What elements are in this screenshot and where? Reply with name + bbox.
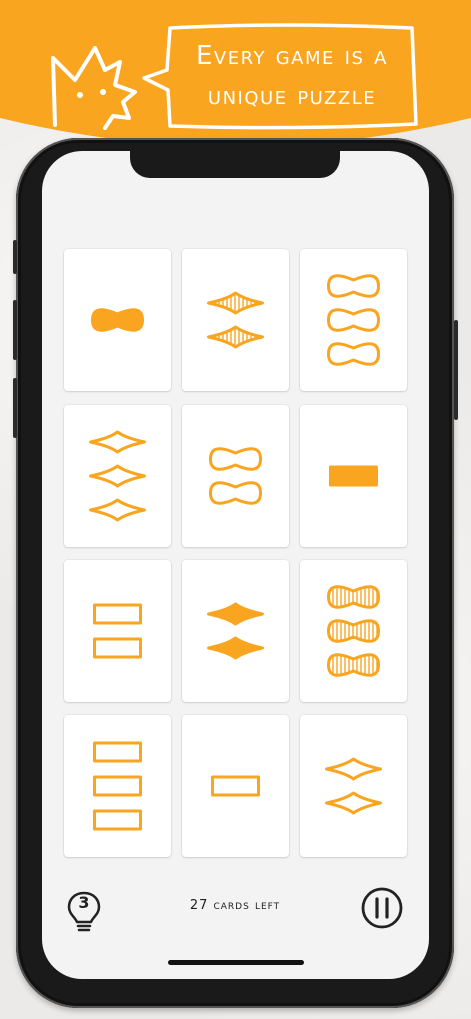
- diamond-symbol: [207, 602, 264, 626]
- game-card[interactable]: [300, 715, 407, 857]
- diamond-symbol: [325, 791, 382, 815]
- bowtie-symbol: [209, 447, 262, 471]
- game-card[interactable]: [182, 249, 289, 391]
- diamond-symbols: [325, 757, 382, 815]
- diamond-symbol: [89, 498, 146, 522]
- diamond-symbol: [207, 636, 264, 660]
- hints-count[interactable]: 3: [66, 893, 102, 912]
- phone-button: [454, 320, 458, 420]
- cards-left-label: 27 cards left: [189, 898, 281, 913]
- phone-notch: [130, 150, 340, 178]
- bowtie-symbols: [91, 308, 144, 332]
- bowtie-symbols: [209, 447, 262, 505]
- bowtie-symbol: [91, 308, 144, 332]
- rectangle-symbol: [93, 741, 142, 763]
- diamond-symbol: [89, 430, 146, 454]
- bowtie-symbol: [327, 308, 380, 332]
- tagline: Every game is a unique puzzle: [172, 24, 412, 128]
- game-card[interactable]: [182, 560, 289, 702]
- bowtie-symbol: [327, 619, 380, 643]
- rectangle-symbol: [93, 775, 142, 797]
- diamond-symbol: [325, 757, 382, 781]
- rectangle-symbols: [93, 603, 142, 659]
- pause-icon[interactable]: [360, 886, 404, 930]
- game-card[interactable]: [64, 405, 171, 547]
- game-card[interactable]: [64, 715, 171, 857]
- game-card[interactable]: [182, 405, 289, 547]
- rectangle-symbols: [211, 775, 260, 797]
- rectangle-symbol: [93, 809, 142, 831]
- tagline-line-1: Every game is a: [196, 41, 388, 71]
- diamond-symbols: [89, 430, 146, 522]
- diamond-symbol: [89, 464, 146, 488]
- bowtie-symbols: [327, 585, 380, 677]
- rectangle-symbol: [93, 603, 142, 625]
- diamond-symbol: [207, 325, 264, 349]
- diamond-symbols: [207, 602, 264, 660]
- phone-button: [13, 240, 17, 274]
- phone-button: [13, 378, 17, 438]
- phone-button: [13, 300, 17, 360]
- rectangle-symbols: [93, 741, 142, 831]
- bowtie-symbol: [327, 585, 380, 609]
- rectangle-symbol: [329, 465, 378, 487]
- diamond-symbol: [207, 291, 264, 315]
- bowtie-symbol: [209, 481, 262, 505]
- rectangle-symbol: [211, 775, 260, 797]
- bowtie-symbols: [327, 274, 380, 366]
- bowtie-symbol: [327, 653, 380, 677]
- home-indicator: [168, 960, 304, 965]
- bowtie-symbol: [327, 342, 380, 366]
- game-card[interactable]: [300, 249, 407, 391]
- game-card[interactable]: [300, 560, 407, 702]
- rectangle-symbols: [329, 465, 378, 487]
- game-card[interactable]: [300, 405, 407, 547]
- tagline-line-2: unique puzzle: [207, 81, 377, 111]
- game-card[interactable]: [64, 249, 171, 391]
- diamond-symbols: [207, 291, 264, 349]
- game-card[interactable]: [64, 560, 171, 702]
- bowtie-symbol: [327, 274, 380, 298]
- rectangle-symbol: [93, 637, 142, 659]
- game-card[interactable]: [182, 715, 289, 857]
